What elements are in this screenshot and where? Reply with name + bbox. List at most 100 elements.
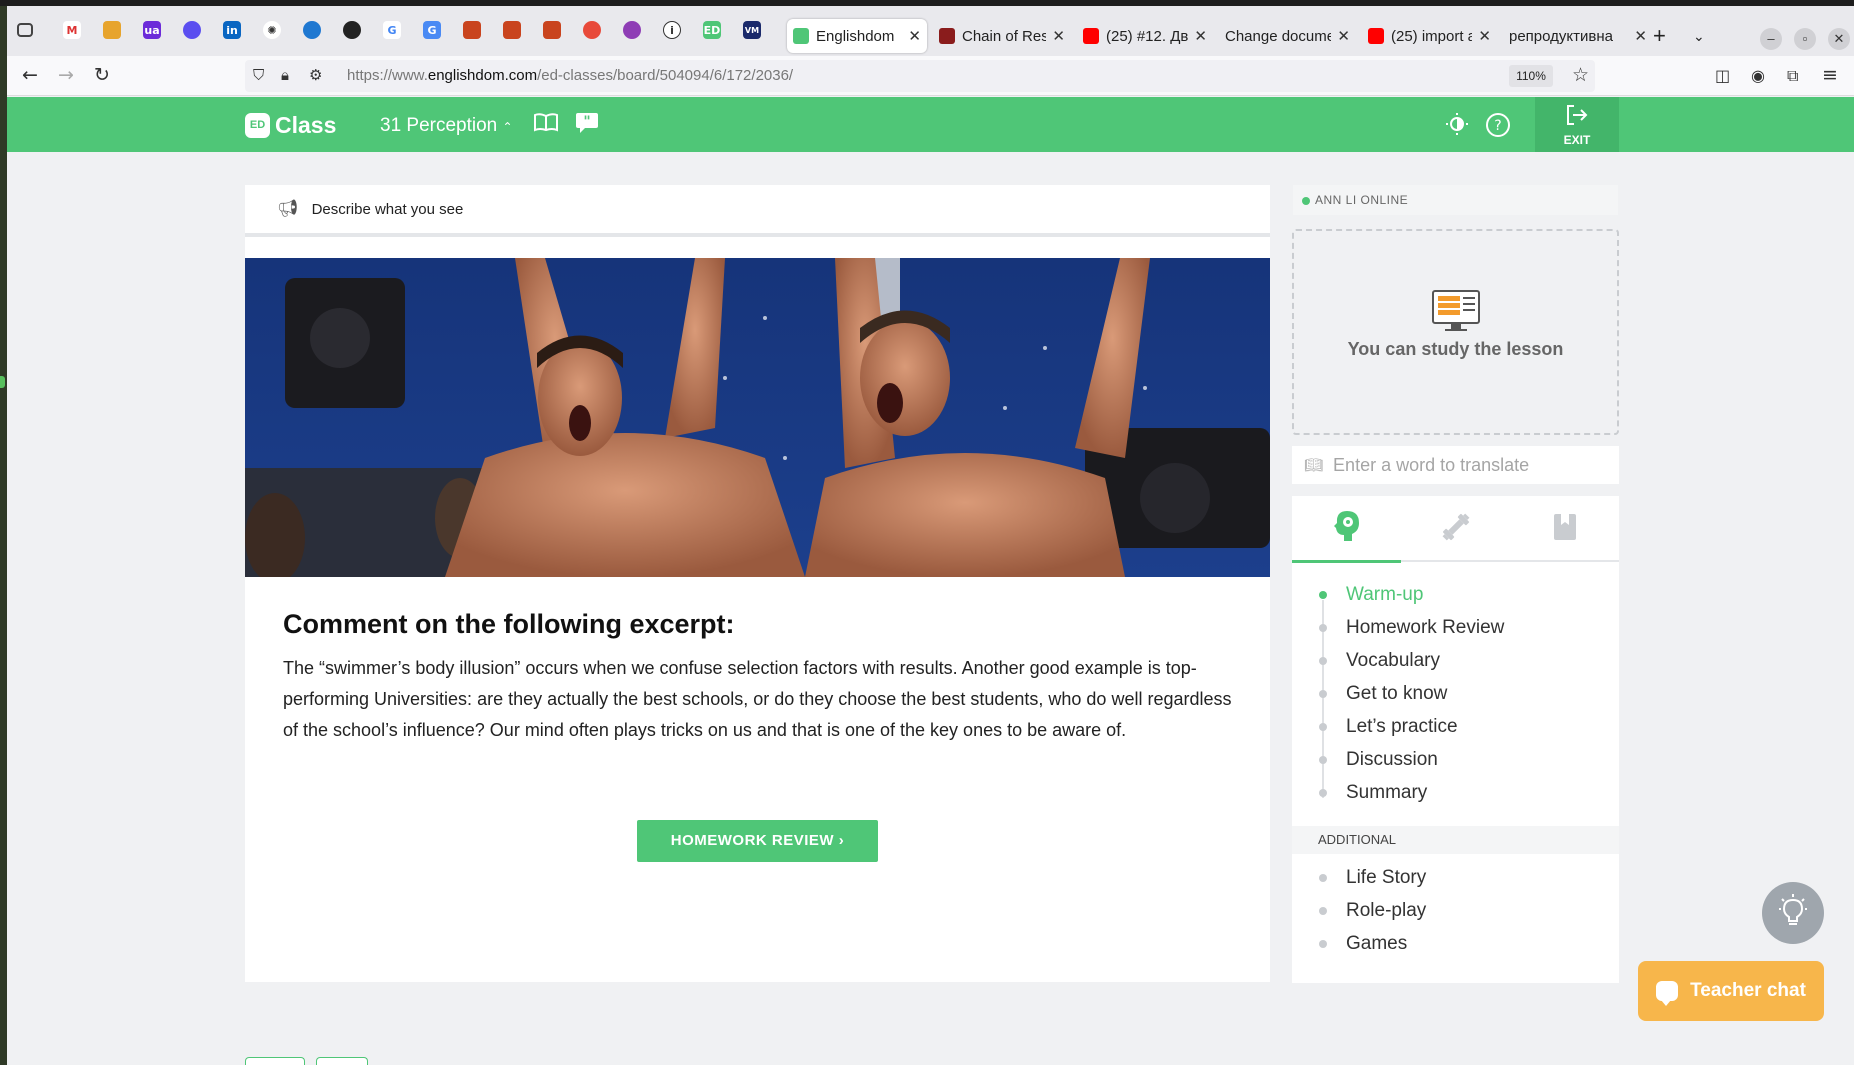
pinned-translate-icon[interactable]: G xyxy=(423,21,441,39)
step-dot-icon xyxy=(1319,789,1327,797)
tab-lesson-plan[interactable] xyxy=(1292,496,1401,563)
lesson-selector[interactable]: 31 Perception ⌃ xyxy=(380,115,513,137)
teacher-chat-button[interactable]: Teacher chat xyxy=(1638,961,1824,1021)
url-text[interactable]: https://www.englishdom.com/ed-classes/bo… xyxy=(347,67,793,84)
bookmark-icon xyxy=(1552,512,1578,547)
help-icon[interactable]: ? xyxy=(1485,112,1511,144)
new-tab-button[interactable]: + xyxy=(1647,19,1677,53)
permissions-icon[interactable]: ⚙ xyxy=(309,66,322,84)
book-icon[interactable] xyxy=(534,112,558,138)
pinned-google-icon[interactable]: G xyxy=(383,21,401,39)
tab-list-chevron-icon[interactable]: ⌄ xyxy=(1687,19,1717,53)
study-lesson-box: You can study the lesson xyxy=(1292,229,1619,435)
step-discussion[interactable]: Discussion xyxy=(1292,746,1619,779)
step-dot-icon xyxy=(1319,874,1327,882)
monitor-icon xyxy=(1431,289,1481,333)
browser-tab-strip: M ua in ✺ G G i ED VM Englishdom ✕ Chain… xyxy=(7,6,1854,56)
online-dot-icon xyxy=(1302,196,1310,205)
edclass-logo[interactable]: ED Class xyxy=(245,112,336,139)
tracking-shield-icon[interactable]: ⛉ xyxy=(253,66,264,84)
step-lets-practice[interactable]: Let’s practice xyxy=(1292,713,1619,746)
close-tab-icon[interactable]: ✕ xyxy=(1194,27,1207,45)
tab-favicon-icon xyxy=(939,28,955,44)
step-role-play[interactable]: Role-play xyxy=(1292,897,1619,930)
chat-bubble-icon xyxy=(1656,981,1679,1006)
pinned-sync-icon[interactable] xyxy=(303,21,321,39)
reload-icon[interactable]: ↻ xyxy=(94,64,110,86)
pinned-info-icon[interactable]: i xyxy=(663,21,681,39)
lesson-nav-panel: Warm-up Homework Review Vocabulary Get t… xyxy=(1292,496,1619,983)
translate-input[interactable] xyxy=(1333,454,1604,476)
minimize-icon[interactable]: – xyxy=(1760,28,1782,50)
homework-review-button[interactable]: HOMEWORK REVIEW › xyxy=(637,820,878,862)
tab-chain-of-res[interactable]: Chain of Res ✕ xyxy=(933,19,1071,53)
step-dot-icon xyxy=(1319,624,1327,632)
lock-icon[interactable]: 🔒︎ xyxy=(281,66,289,84)
step-vocabulary[interactable]: Vocabulary xyxy=(1292,647,1619,680)
pinned-shield-icon[interactable] xyxy=(503,21,521,39)
bottom-nav-button[interactable] xyxy=(316,1057,368,1065)
browser-nav-bar: ← → ↻ ⛉ 🔒︎ ⚙ https://www.englishdom.com/… xyxy=(7,56,1854,96)
close-tab-icon[interactable]: ✕ xyxy=(1634,27,1647,45)
bookmark-star-icon[interactable]: ☆ xyxy=(1572,64,1589,86)
tab-bookmarks[interactable] xyxy=(1510,496,1619,562)
pinned-gmail-icon[interactable]: M xyxy=(63,21,81,39)
youtube-favicon-icon xyxy=(1083,28,1099,44)
step-get-to-know[interactable]: Get to know xyxy=(1292,680,1619,713)
hint-lightbulb-button[interactable] xyxy=(1762,882,1824,944)
zoom-level[interactable]: 110% xyxy=(1509,65,1553,87)
excerpt-title: Comment on the following excerpt: xyxy=(283,609,735,639)
pinned-vm-icon[interactable]: VM xyxy=(743,21,761,39)
step-life-story[interactable]: Life Story xyxy=(1292,864,1619,897)
pinned-heart-icon[interactable] xyxy=(623,21,641,39)
close-tab-icon[interactable]: ✕ xyxy=(1478,27,1491,45)
close-tab-icon[interactable]: ✕ xyxy=(1052,27,1065,45)
tab-exercises[interactable] xyxy=(1401,496,1510,562)
pinned-circle-icon[interactable] xyxy=(583,21,601,39)
tab-youtube-import[interactable]: (25) import a ✕ xyxy=(1362,19,1497,53)
window-close-icon[interactable]: ✕ xyxy=(1828,28,1850,50)
pinned-app-icon[interactable] xyxy=(103,21,121,39)
step-homework-review[interactable]: Homework Review xyxy=(1292,614,1619,647)
pocket-icon[interactable]: ◫ xyxy=(1715,66,1730,85)
tab-englishdom[interactable]: Englishdom ✕ xyxy=(787,19,927,53)
forward-icon[interactable]: → xyxy=(58,64,74,86)
task-header: 📢︎ Describe what you see xyxy=(245,185,1270,237)
step-dot-icon xyxy=(1319,940,1327,948)
quote-icon[interactable]: " xyxy=(575,112,599,140)
account-icon[interactable]: ◉ xyxy=(1751,66,1765,85)
swimmers-photo xyxy=(245,258,1270,577)
pinned-shield-icon[interactable] xyxy=(543,21,561,39)
teacher-status: ANN LI ONLINE xyxy=(1293,185,1618,215)
close-tab-icon[interactable]: ✕ xyxy=(1337,27,1350,45)
svg-text:": " xyxy=(583,114,590,130)
step-dot-icon xyxy=(1319,657,1327,665)
pinned-chatgpt-icon[interactable]: ✺ xyxy=(263,21,281,39)
contrast-icon[interactable] xyxy=(1445,112,1469,142)
exit-button[interactable]: EXIT xyxy=(1535,97,1619,152)
panel-tabs xyxy=(1292,496,1619,563)
bottom-nav-button[interactable] xyxy=(245,1057,305,1065)
pinned-github-icon[interactable] xyxy=(343,21,361,39)
close-tab-icon[interactable]: ✕ xyxy=(908,27,921,45)
pinned-linkedin-icon[interactable]: in xyxy=(223,21,241,39)
pinned-audio-icon[interactable] xyxy=(183,21,201,39)
pinned-shield-icon[interactable] xyxy=(463,21,481,39)
pinned-englishdom-icon[interactable]: ED xyxy=(703,21,721,39)
tab-reproductive[interactable]: репродуктивна ✕ xyxy=(1503,19,1653,53)
menu-icon[interactable]: ≡ xyxy=(1822,64,1838,86)
step-games[interactable]: Games xyxy=(1292,930,1619,963)
extensions-icon[interactable]: ⧉ xyxy=(1787,66,1798,86)
restore-icon[interactable]: ▫ xyxy=(1794,28,1816,50)
pinned-ua-icon[interactable]: ua xyxy=(143,21,161,39)
step-dot-icon xyxy=(1319,723,1327,731)
lesson-steps: Warm-up Homework Review Vocabulary Get t… xyxy=(1292,581,1619,812)
back-icon[interactable]: ← xyxy=(22,64,38,86)
step-warm-up[interactable]: Warm-up xyxy=(1292,581,1619,614)
tab-overview-icon[interactable] xyxy=(17,23,33,37)
tab-change-document[interactable]: Change docume ✕ xyxy=(1219,19,1356,53)
excerpt-text: The “swimmer’s body illusion” occurs whe… xyxy=(283,658,1232,740)
step-summary[interactable]: Summary xyxy=(1292,779,1619,812)
tab-youtube-12[interactable]: (25) #12. Дв ✕ xyxy=(1077,19,1213,53)
step-dot-icon xyxy=(1319,690,1327,698)
